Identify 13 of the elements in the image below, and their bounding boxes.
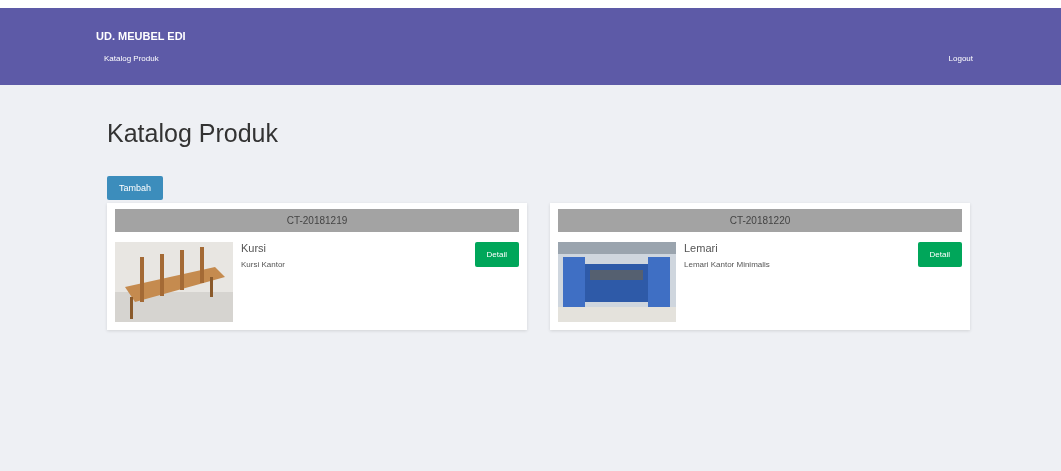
product-code-header: CT-20181219 bbox=[115, 209, 519, 232]
page-title: Katalog Produk bbox=[107, 119, 279, 148]
product-description: Kursi Kantor bbox=[241, 260, 287, 269]
nav-link[interactable]: Katalog Produk bbox=[96, 54, 159, 63]
detail-button[interactable]: Detail bbox=[474, 242, 519, 267]
product-description: Lemari Kantor Minimalis bbox=[684, 260, 771, 269]
product-code-header: CT-20181220 bbox=[558, 209, 962, 232]
product-name: Lemari bbox=[684, 242, 719, 254]
logout-link[interactable]: Logout bbox=[940, 54, 973, 63]
detail-button[interactable]: Detail bbox=[917, 242, 962, 267]
add-button[interactable]: Tambah bbox=[107, 176, 164, 200]
brand-title: UD. MEUBEL EDI bbox=[96, 30, 187, 42]
product-name: Kursi bbox=[241, 242, 268, 254]
